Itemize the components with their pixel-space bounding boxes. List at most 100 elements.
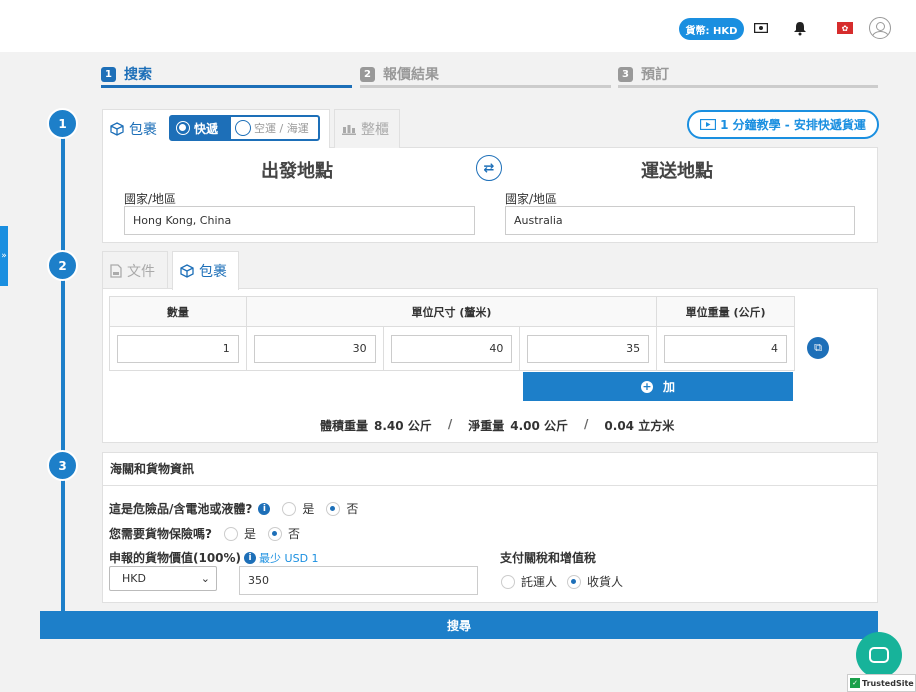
weight-input[interactable]: 4 <box>664 334 787 363</box>
receiver-radio[interactable] <box>567 574 582 589</box>
dest-country-label: 國家/地區 <box>505 192 558 206</box>
length-cell: 30 <box>245 326 384 371</box>
tab-parcel-type[interactable]: 包裹 <box>172 251 239 290</box>
height-input[interactable]: 35 <box>527 334 650 363</box>
trusted-label: TrustedSite <box>862 678 914 688</box>
trusted-site-badge[interactable]: ✓ TrustedSite <box>847 674 916 692</box>
qty-input[interactable]: 1 <box>117 334 239 363</box>
destination-title: 運送地點 <box>641 161 713 182</box>
search-button[interactable]: 搜尋 <box>40 611 878 639</box>
swap-icon: ⇄ <box>483 160 495 176</box>
step-number: 2 <box>360 66 375 82</box>
timeline-step-2: 2 <box>47 250 78 281</box>
flag-icon[interactable]: ✿ <box>837 22 853 34</box>
length-input[interactable]: 30 <box>253 334 376 363</box>
swap-button[interactable]: ⇄ <box>476 155 502 181</box>
dangerous-yes-radio[interactable] <box>282 501 297 516</box>
dangerous-goods-row: 這是危險品/含電池或液體? i 是 否 <box>109 500 358 517</box>
express-label: 快遞 <box>194 121 219 136</box>
origin-country-input[interactable]: Hong Kong, China <box>124 206 475 235</box>
step-number: 3 <box>618 66 633 82</box>
customs-title: 海關和貨物資訊 <box>102 452 878 486</box>
video-icon <box>700 119 717 130</box>
col-weight: 單位重量 (公斤) <box>656 296 795 327</box>
insurance-yes-radio[interactable] <box>223 526 238 541</box>
timeline-step-3: 3 <box>47 450 78 481</box>
dimensions-table: 數量 單位尺寸 (釐米) 單位重量 (公斤) 1 30 40 35 4 <box>109 296 795 371</box>
copy-icon[interactable]: ⧉ <box>807 337 829 359</box>
pallet-icon <box>342 125 356 135</box>
step-label: 搜索 <box>124 67 152 83</box>
info-icon[interactable]: i <box>258 502 271 515</box>
add-package-button[interactable]: + 加 <box>523 372 793 401</box>
cash-icon[interactable] <box>751 18 771 38</box>
dangerous-question: 這是危險品/含電池或液體? <box>109 502 253 516</box>
insurance-no-label: 否 <box>287 527 300 541</box>
insurance-yes-label: 是 <box>243 527 256 541</box>
declared-value-input[interactable]: 350 <box>239 566 478 595</box>
chat-button[interactable] <box>856 632 902 678</box>
radio-unselected <box>235 120 251 136</box>
tab-pallet[interactable]: 整櫃 <box>334 109 400 148</box>
step-underline-active <box>101 85 352 88</box>
user-icon[interactable] <box>869 17 891 39</box>
vol-weight-value: 8.40 公斤 <box>374 419 432 433</box>
bell-icon[interactable] <box>790 18 810 38</box>
check-icon: ✓ <box>850 678 860 688</box>
tutorial-label: 1 分鐘教學 - 安排快遞貨運 <box>720 118 866 132</box>
dangerous-no-radio[interactable] <box>326 501 341 516</box>
qty-cell: 1 <box>109 326 247 371</box>
service-type-toggle[interactable]: 快遞 空運 / 海運 <box>169 115 320 141</box>
separator: / <box>584 417 589 431</box>
document-icon <box>110 263 122 278</box>
tab-pallet-label: 整櫃 <box>361 122 389 138</box>
step-number: 1 <box>101 66 116 82</box>
step-underline <box>618 85 878 88</box>
duty-label: 支付關稅和增值稅 <box>500 549 596 566</box>
shipper-label: 託運人 <box>521 575 558 589</box>
info-icon[interactable]: i <box>244 551 257 564</box>
origin-title: 出發地點 <box>261 161 333 182</box>
width-input[interactable]: 40 <box>390 334 513 363</box>
table-row: 1 30 40 35 4 <box>109 326 795 371</box>
volume-value: 0.04 立方米 <box>604 419 675 433</box>
declared-value-label: 申報的貨物價值(100%) <box>109 551 242 565</box>
dangerous-yes-label: 是 <box>302 502 315 516</box>
dest-country-input[interactable]: Australia <box>505 206 855 235</box>
tab-parcel-type-label: 包裹 <box>199 264 227 280</box>
plus-icon: + <box>640 380 653 393</box>
box-icon <box>180 264 194 278</box>
tutorial-button[interactable]: 1 分鐘教學 - 安排快遞貨運 <box>687 110 879 139</box>
tab-document-label: 文件 <box>127 263 155 280</box>
min-value-note: 最少 USD 1 <box>259 551 319 565</box>
tab-document[interactable]: 文件 <box>102 251 168 289</box>
express-option[interactable]: 快遞 <box>171 117 231 139</box>
dangerous-no-label: 否 <box>346 502 359 516</box>
declared-value-row: 申報的貨物價值(100%) i 最少 USD 1 <box>109 549 319 566</box>
shipper-radio[interactable] <box>501 574 515 589</box>
currency-select-value: HKD <box>122 572 146 585</box>
radio-selected <box>176 121 190 135</box>
vol-weight-label: 體積重量 <box>320 419 369 433</box>
separator: / <box>447 417 453 431</box>
add-label: 加 <box>662 380 675 394</box>
timeline-line <box>61 125 65 615</box>
insurance-question: 您需要貨物保險嗎? <box>109 527 212 541</box>
insurance-no-radio[interactable] <box>267 526 282 541</box>
air-sea-option[interactable]: 空運 / 海運 <box>231 117 318 139</box>
col-dims: 單位尺寸 (釐米) <box>245 296 658 327</box>
currency-badge[interactable]: 貨幣: HKD <box>679 18 744 40</box>
weight-cell: 4 <box>656 326 795 371</box>
box-icon <box>110 122 124 136</box>
weight-summary: 體積重量 8.40 公斤 / 淨重量 4.00 公斤 / 0.04 立方米 <box>320 417 674 434</box>
step-label: 預訂 <box>641 67 669 83</box>
duty-payer-row: 託運人 收貨人 <box>501 573 623 590</box>
side-expand-tab[interactable]: » <box>0 226 8 286</box>
step-label: 報價結果 <box>383 67 439 83</box>
chevron-down-icon: ⌄ <box>200 572 210 585</box>
origin-country-label: 國家/地區 <box>124 192 177 206</box>
timeline-step-1: 1 <box>47 108 78 139</box>
chat-icon <box>869 647 889 663</box>
net-weight-label: 淨重量 <box>468 419 505 433</box>
currency-select[interactable]: HKD ⌄ <box>109 566 217 591</box>
